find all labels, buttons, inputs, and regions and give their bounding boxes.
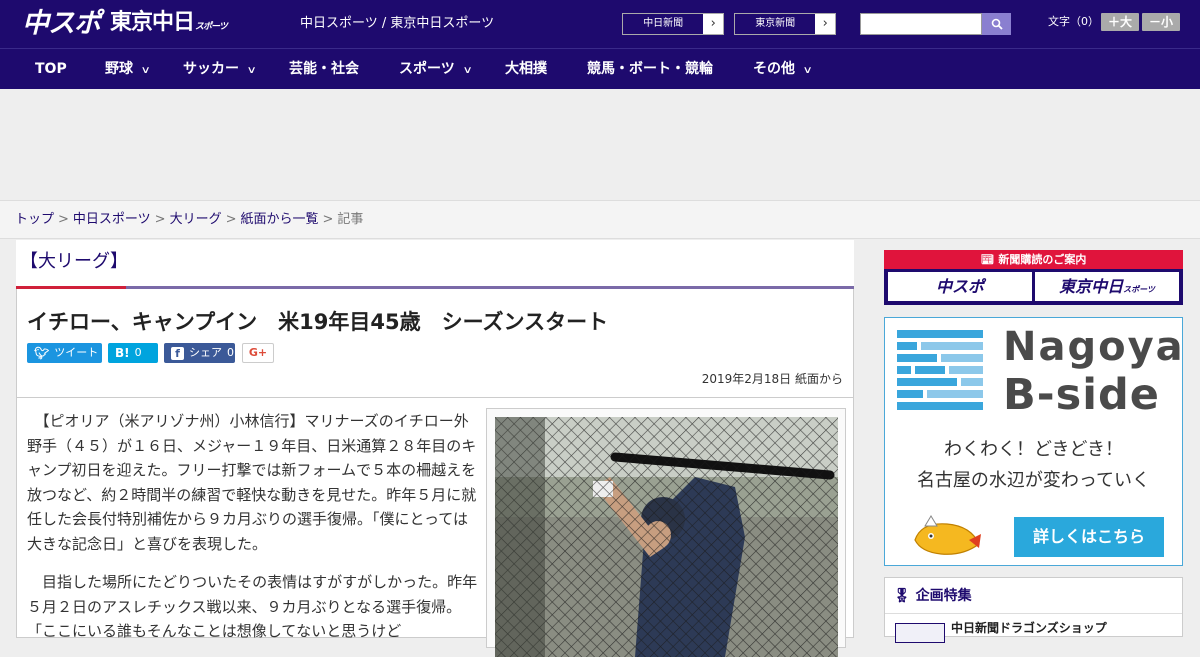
- subscription-tokyo-chunichi[interactable]: 東京中日スポーツ: [1035, 272, 1179, 301]
- breadcrumb-link-top[interactable]: トップ: [15, 212, 54, 227]
- feature-section: 🎖︎ 企画特集 中日新聞ドラゴンズショップ: [884, 577, 1183, 643]
- search-input[interactable]: [860, 13, 982, 35]
- chevron-down-icon: ∨: [246, 65, 257, 76]
- fried-shrimp-mascot-icon: [914, 515, 981, 555]
- nav-label: 競馬・ボート・競輪: [587, 61, 713, 77]
- font-size-label: 文字（0）: [1048, 15, 1099, 28]
- font-smaller-button[interactable]: －小: [1142, 13, 1180, 31]
- nav-label: TOP: [35, 61, 67, 77]
- chevron-right-icon: ›: [703, 14, 723, 34]
- category-header: 【大リーグ】: [16, 240, 854, 289]
- google-plus-icon: G+: [248, 346, 268, 359]
- bside-building-icon: [897, 330, 983, 410]
- nav-item-sumo[interactable]: 大相撲: [505, 49, 547, 90]
- facebook-count: 0: [227, 346, 234, 359]
- article-photo-frame: [486, 408, 846, 657]
- subscription-title: 📰︎ 新聞購読のご案内: [884, 250, 1183, 269]
- chevron-right-icon: ›: [815, 14, 835, 34]
- article-body: 【ピオリア（米アリゾナ州）小林信行】マリナーズのイチロー外野手（４５）が１６日、…: [16, 398, 854, 657]
- chunichi-shimbun-label: 中日新聞: [623, 14, 704, 34]
- search-button[interactable]: [982, 13, 1011, 35]
- nav-label: 野球: [105, 61, 133, 77]
- chunichi-shimbun-link[interactable]: 中日新聞 ›: [622, 13, 724, 35]
- nagoya-bside-banner[interactable]: Nagoya B-side わくわく！どきどき！ 名古屋の水辺が変わっていく 詳…: [884, 317, 1183, 566]
- feature-item-thumbnail[interactable]: [895, 623, 945, 643]
- facebook-share-button[interactable]: f シェア 0: [164, 343, 235, 363]
- facebook-icon: f: [171, 346, 184, 360]
- article-paragraph: 【ピオリア（米アリゾナ州）小林信行】マリナーズのイチロー外野手（４５）が１６日、…: [27, 412, 477, 553]
- ribbon-icon: 🎖︎: [893, 588, 911, 604]
- chevron-down-icon: ∨: [462, 65, 473, 76]
- nav-label: 大相撲: [505, 61, 547, 77]
- tokyo-shimbun-label: 東京新聞: [735, 14, 816, 34]
- article-photo[interactable]: [495, 417, 838, 657]
- feature-item-title[interactable]: 中日新聞ドラゴンズショップ: [951, 620, 1107, 636]
- feature-divider: [885, 613, 1182, 614]
- nav-label: その他: [753, 61, 795, 77]
- bside-title-line1: Nagoya: [1003, 324, 1185, 370]
- nav-item-top[interactable]: TOP: [35, 49, 67, 90]
- subscription-tokyo-main: 東京中日: [1059, 277, 1124, 296]
- subscription-tokyo-sub: スポーツ: [1123, 285, 1155, 294]
- article-header: イチロー、キャンプイン 米19年目45歳 シーズンスタート 🐦︎ ツイート B! 0…: [16, 289, 854, 398]
- tokyo-chunichi-logo[interactable]: 東京中日スポーツ: [110, 8, 228, 42]
- batting-practice-photo: [495, 417, 838, 657]
- breadcrumb: トップ > 中日スポーツ > 大リーグ > 紙面から一覧 > 記事: [0, 200, 1200, 239]
- breadcrumb-link-mlb[interactable]: 大リーグ: [170, 212, 222, 227]
- breadcrumb-separator: >: [322, 212, 334, 227]
- main-nav: TOP 野球 ∨ サッカー ∨ 芸能・社会 スポーツ ∨ 大相撲 競馬・ボート・競輪 …: [0, 48, 1200, 89]
- article-headline: イチロー、キャンプイン 米19年目45歳 シーズンスタート: [27, 310, 609, 334]
- tweet-button[interactable]: 🐦︎ ツイート: [27, 343, 102, 363]
- chunichi-sports-logo[interactable]: 中スポ: [22, 6, 101, 42]
- nav-item-racing[interactable]: 競馬・ボート・競輪: [587, 49, 713, 90]
- subscription-chunichi-sports[interactable]: 中スポ: [888, 272, 1032, 301]
- breadcrumb-current: 記事: [337, 212, 364, 227]
- tokyo-logo-main: 東京中日: [110, 10, 195, 35]
- nav-item-baseball[interactable]: 野球 ∨: [105, 49, 151, 90]
- ad-space: [0, 89, 1200, 200]
- nav-item-sports[interactable]: スポーツ ∨: [399, 49, 473, 90]
- site-title[interactable]: 中日スポーツ / 東京中日スポーツ: [300, 15, 494, 33]
- top-header-bar: 中スポ 東京中日スポーツ 中日スポーツ / 東京中日スポーツ 中日新聞 › 東京…: [0, 0, 1200, 48]
- font-larger-button[interactable]: ＋大: [1101, 13, 1139, 31]
- tweet-label: ツイート: [54, 346, 99, 359]
- nav-label: サッカー: [183, 61, 239, 77]
- subscription-title-text: 新聞購読のご案内: [998, 253, 1087, 266]
- google-plus-button[interactable]: G+: [242, 343, 274, 363]
- newspaper-icon: 📰︎: [980, 253, 999, 266]
- chevron-down-icon: ∨: [140, 65, 151, 76]
- nav-item-soccer[interactable]: サッカー ∨: [183, 49, 257, 90]
- tokyo-logo-sub: スポーツ: [195, 22, 228, 32]
- search-icon: [991, 18, 1003, 30]
- bside-title-line2: B-side: [1003, 370, 1160, 420]
- twitter-icon: 🐦︎: [34, 346, 50, 360]
- bside-tagline1: わくわく！どきどき！: [944, 439, 1123, 460]
- hatena-bookmark-button[interactable]: B! 0: [108, 343, 158, 363]
- nav-label: スポーツ: [399, 61, 455, 77]
- hatena-count: 0: [134, 346, 142, 359]
- tokyo-shimbun-link[interactable]: 東京新聞 ›: [734, 13, 836, 35]
- feature-heading-text: 企画特集: [915, 588, 972, 604]
- breadcrumb-link-paper-list[interactable]: 紙面から一覧: [241, 212, 319, 227]
- nav-label: 芸能・社会: [289, 61, 359, 77]
- article-date: 2019年2月18日 紙面から: [701, 372, 843, 386]
- breadcrumb-separator: >: [58, 212, 69, 227]
- hatena-bookmark-icon: B!: [115, 346, 130, 360]
- breadcrumb-separator: >: [225, 212, 237, 227]
- category-label: 【大リーグ】: [20, 251, 128, 272]
- article-paragraph: 目指した場所にたどりついたその表情はすがすがしかった。昨年５月２日のアスレチック…: [27, 573, 478, 640]
- feature-heading: 🎖︎ 企画特集: [893, 586, 972, 606]
- nav-item-other[interactable]: その他 ∨: [753, 49, 813, 90]
- bside-details-button[interactable]: 詳しくはこちら: [1014, 517, 1164, 557]
- bside-tagline2: 名古屋の水辺が変わっていく: [916, 470, 1151, 491]
- nav-item-entertainment[interactable]: 芸能・社会: [289, 49, 359, 90]
- chevron-down-icon: ∨: [802, 65, 813, 76]
- breadcrumb-link-chunichi-sports[interactable]: 中日スポーツ: [73, 212, 151, 227]
- breadcrumb-separator: >: [154, 212, 166, 227]
- facebook-share-label: シェア: [189, 346, 222, 359]
- subscription-banner[interactable]: 📰︎ 新聞購読のご案内 中スポ 東京中日スポーツ: [884, 250, 1183, 305]
